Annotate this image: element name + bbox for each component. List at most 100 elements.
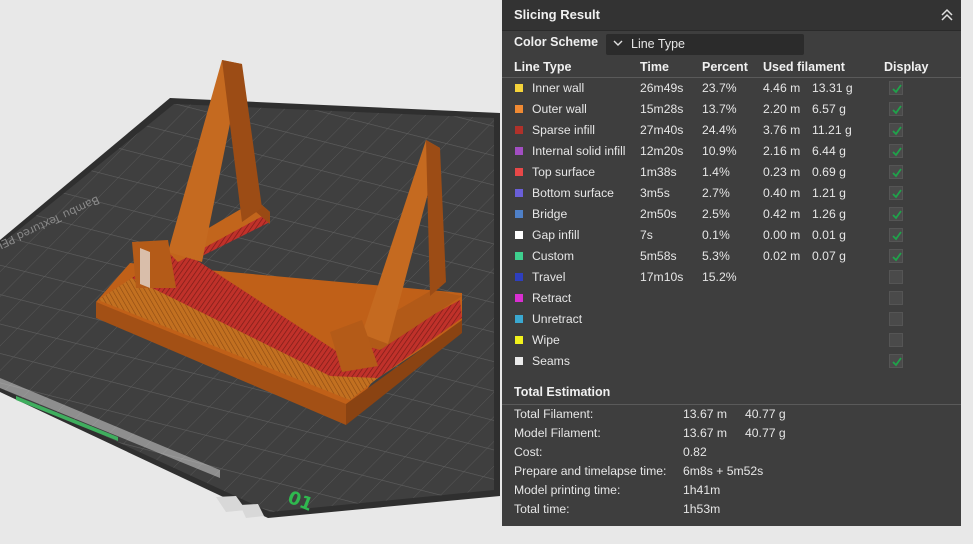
line-type-time: 17m10s [640,270,684,284]
collapse-chevron-icon[interactable] [939,7,955,23]
check-icon [892,357,902,367]
line-type-time: 26m49s [640,81,684,95]
line-type-length: 0.02 m [763,249,801,263]
line-type-row: Wipe [502,331,961,352]
color-swatch [515,84,523,92]
color-swatch [515,252,523,260]
total-row: Model printing time: 1h41m [502,482,961,501]
total-estimation-title: Total Estimation [514,385,611,399]
color-swatch [515,231,523,239]
line-type-name: Top surface [532,165,596,179]
line-type-name: Retract [532,291,572,305]
total-label: Model Filament: [514,426,601,440]
line-type-name: Internal solid infill [532,144,626,158]
display-checkbox[interactable] [889,144,903,158]
color-scheme-dropdown[interactable]: Line Type [606,34,804,55]
line-type-weight: 0.69 g [812,165,846,179]
display-checkbox[interactable] [889,228,903,242]
display-checkbox[interactable] [889,81,903,95]
line-type-length: 0.42 m [763,207,801,221]
display-checkbox[interactable] [889,354,903,368]
display-checkbox[interactable] [889,102,903,116]
line-type-row: Top surface 1m38s 1.4% 0.23 m 0.69 g [502,163,961,184]
display-checkbox[interactable] [889,270,903,284]
line-type-percent: 23.7% [702,81,737,95]
color-swatch [515,189,523,197]
check-icon [892,84,902,94]
line-type-name: Unretract [532,312,583,326]
display-checkbox[interactable] [889,123,903,137]
display-checkbox[interactable] [889,186,903,200]
color-swatch [515,168,523,176]
color-swatch [515,315,523,323]
line-type-row: Seams [502,352,961,373]
total-row: Cost: 0.82 [502,444,961,463]
display-checkbox[interactable] [889,207,903,221]
check-icon [892,147,902,157]
line-type-weight: 11.21 g [812,123,852,137]
check-icon [892,252,902,262]
line-type-time: 3m5s [640,186,670,200]
line-type-row: Inner wall 26m49s 23.7% 4.46 m 13.31 g [502,79,961,100]
color-scheme-label: Color Scheme [514,35,599,49]
color-swatch [515,357,523,365]
line-type-time: 15m28s [640,102,684,116]
line-type-weight: 0.07 g [812,249,846,263]
total-value: 1h53m [683,502,721,516]
check-icon [892,231,902,241]
line-type-length: 0.40 m [763,186,801,200]
total-label: Total time: [514,502,570,516]
line-type-percent: 1.4% [702,165,730,179]
line-type-row: Retract [502,289,961,310]
line-type-row: Unretract [502,310,961,331]
line-type-weight: 1.21 g [812,186,846,200]
divider [502,404,961,405]
line-type-time: 5m58s [640,249,677,263]
line-type-row: Travel 17m10s 15.2% [502,268,961,289]
display-checkbox[interactable] [889,312,903,326]
display-checkbox[interactable] [889,165,903,179]
check-icon [892,189,902,199]
color-swatch [515,147,523,155]
line-type-row: Sparse infill 27m40s 24.4% 3.76 m 11.21 g [502,121,961,142]
total-label: Model printing time: [514,483,621,497]
color-swatch [515,105,523,113]
line-type-length: 0.00 m [763,228,801,242]
line-type-length: 2.20 m [763,102,801,116]
total-label: Prepare and timelapse time: [514,464,667,478]
color-swatch [515,294,523,302]
display-checkbox[interactable] [889,333,903,347]
total-value: 1h41m [683,483,721,497]
line-type-time: 2m50s [640,207,677,221]
total-row: Model Filament: 13.67 m 40.77 g [502,425,961,444]
line-type-row: Bottom surface 3m5s 2.7% 0.40 m 1.21 g [502,184,961,205]
line-type-name: Wipe [532,333,560,347]
col-percent: Percent [702,60,748,74]
line-type-percent: 10.9% [702,144,737,158]
line-type-name: Seams [532,354,570,368]
line-type-name: Gap infill [532,228,580,242]
color-scheme-value: Line Type [631,37,685,51]
col-line-type: Line Type [514,60,572,74]
display-checkbox[interactable] [889,249,903,263]
line-type-percent: 5.3% [702,249,730,263]
line-type-row: Outer wall 15m28s 13.7% 2.20 m 6.57 g [502,100,961,121]
panel-header: Slicing Result [502,0,961,31]
check-icon [892,105,902,115]
total-value: 6m8s + 5m52s [683,464,764,478]
line-type-length: 4.46 m [763,81,801,95]
slicing-result-panel: Slicing Result Color Scheme Line Type Li… [502,0,961,526]
total-label: Total Filament: [514,407,594,421]
line-type-weight: 6.57 g [812,102,846,116]
line-type-time: 1m38s [640,165,677,179]
check-icon [892,210,902,220]
line-type-name: Sparse infill [532,123,595,137]
total-value: 13.67 m [683,407,728,421]
line-type-name: Inner wall [532,81,585,95]
check-icon [892,126,902,136]
line-type-percent: 15.2% [702,270,737,284]
line-type-percent: 0.1% [702,228,730,242]
display-checkbox[interactable] [889,291,903,305]
line-type-row: Custom 5m58s 5.3% 0.02 m 0.07 g [502,247,961,268]
line-type-percent: 2.7% [702,186,730,200]
